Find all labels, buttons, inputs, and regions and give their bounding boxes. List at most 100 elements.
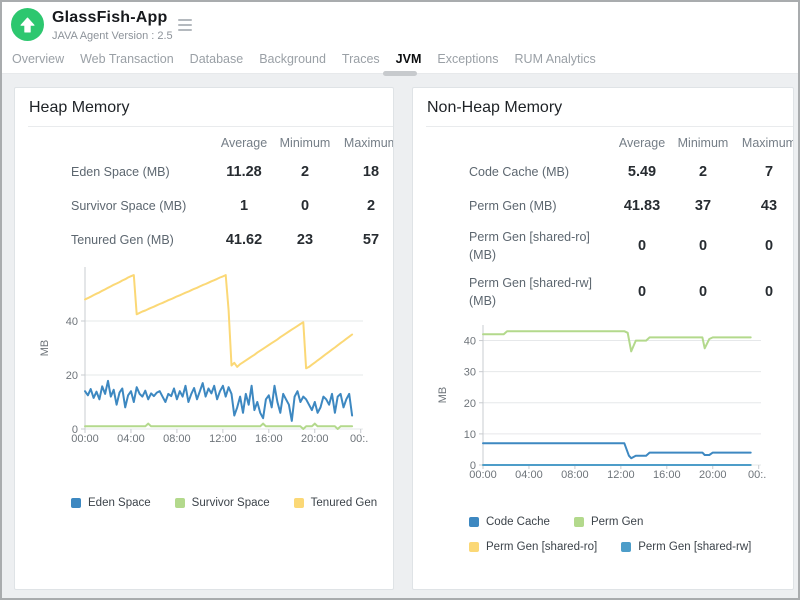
heap-panel-title: Heap Memory bbox=[28, 88, 393, 127]
code-cache-swatch bbox=[469, 517, 479, 527]
stat-minimum: 2 bbox=[275, 164, 335, 180]
column-header-maximum: Maximum bbox=[335, 136, 394, 150]
heap-memory-panel: Heap Memory Average Minimum Maximum Eden… bbox=[14, 87, 394, 590]
table-row: Survivor Space (MB) 1 0 2 bbox=[71, 189, 394, 223]
table-row: Eden Space (MB) 11.28 2 18 bbox=[71, 155, 394, 189]
svg-text:16:00: 16:00 bbox=[653, 469, 681, 481]
tab-bar: Overview Web Transaction Database Backgr… bbox=[2, 44, 798, 74]
stat-minimum: 2 bbox=[673, 164, 733, 180]
tab-rum-analytics[interactable]: RUM Analytics bbox=[515, 52, 596, 66]
svg-text:04:00: 04:00 bbox=[117, 433, 145, 445]
table-header-row: Average Minimum Maximum bbox=[71, 131, 394, 155]
stat-minimum: 23 bbox=[275, 232, 335, 248]
table-header-row: Average Minimum Maximum bbox=[469, 131, 794, 155]
legend-label: Eden Space bbox=[88, 497, 151, 509]
non-heap-chart-legend: Code Cache Perm Gen Perm Gen [shared-ro]… bbox=[469, 516, 779, 553]
stat-label: Tenured Gen (MB) bbox=[71, 231, 213, 249]
svg-text:30: 30 bbox=[464, 367, 476, 379]
legend-item-perm-gen-shared-rw[interactable]: Perm Gen [shared-rw] bbox=[621, 541, 751, 553]
scrollbar-thumb[interactable] bbox=[383, 71, 417, 76]
svg-text:08:00: 08:00 bbox=[163, 433, 191, 445]
svg-text:12:00: 12:00 bbox=[607, 469, 635, 481]
legend-item-survivor-space[interactable]: Survivor Space bbox=[175, 497, 270, 509]
stat-label: Perm Gen [shared-ro] (MB) bbox=[469, 228, 611, 264]
stat-maximum: 57 bbox=[335, 232, 394, 248]
stat-minimum: 0 bbox=[673, 238, 733, 254]
legend-label: Code Cache bbox=[486, 516, 550, 528]
svg-text:20:00: 20:00 bbox=[301, 433, 329, 445]
hamburger-menu-icon[interactable] bbox=[178, 19, 192, 34]
heap-memory-chart[interactable]: 0204000:0004:0008:0012:0016:0020:0000:..… bbox=[19, 261, 393, 461]
perm-gen-shared-ro-swatch bbox=[469, 542, 479, 552]
svg-text:20: 20 bbox=[464, 398, 476, 410]
svg-text:MB: MB bbox=[39, 340, 51, 357]
column-header-minimum: Minimum bbox=[673, 136, 733, 150]
stat-maximum: 0 bbox=[733, 238, 794, 254]
tab-traces[interactable]: Traces bbox=[342, 52, 380, 66]
arrow-up-icon bbox=[20, 17, 35, 33]
heap-stats-table: Average Minimum Maximum Eden Space (MB) … bbox=[71, 131, 394, 257]
tab-web-transaction[interactable]: Web Transaction bbox=[80, 52, 174, 66]
stat-maximum: 7 bbox=[733, 164, 794, 180]
column-header-minimum: Minimum bbox=[275, 136, 335, 150]
main-content: Heap Memory Average Minimum Maximum Eden… bbox=[2, 74, 798, 598]
stat-label: Survivor Space (MB) bbox=[71, 197, 213, 215]
tab-jvm[interactable]: JVM bbox=[396, 52, 422, 66]
column-header-average: Average bbox=[611, 136, 673, 150]
column-header-average: Average bbox=[213, 136, 275, 150]
stat-minimum: 0 bbox=[275, 198, 335, 214]
legend-item-perm-gen[interactable]: Perm Gen bbox=[574, 516, 643, 528]
non-heap-panel-title: Non-Heap Memory bbox=[426, 88, 793, 127]
heap-chart-legend: Eden Space Survivor Space Tenured Gen bbox=[71, 497, 381, 509]
stat-label: Code Cache (MB) bbox=[469, 163, 611, 181]
svg-text:00:..: 00:.. bbox=[350, 433, 369, 445]
tab-exceptions[interactable]: Exceptions bbox=[437, 52, 498, 66]
svg-text:20:00: 20:00 bbox=[699, 469, 727, 481]
legend-label: Perm Gen bbox=[591, 516, 643, 528]
svg-text:12:00: 12:00 bbox=[209, 433, 237, 445]
legend-item-eden-space[interactable]: Eden Space bbox=[71, 497, 151, 509]
stat-maximum: 0 bbox=[733, 284, 794, 300]
tenured-gen-swatch bbox=[294, 498, 304, 508]
stat-label: Perm Gen [shared-rw] (MB) bbox=[469, 274, 611, 310]
table-row: Tenured Gen (MB) 41.62 23 57 bbox=[71, 223, 394, 257]
legend-label: Survivor Space bbox=[192, 497, 270, 509]
svg-text:08:00: 08:00 bbox=[561, 469, 589, 481]
stat-maximum: 18 bbox=[335, 164, 394, 180]
tab-overview[interactable]: Overview bbox=[12, 52, 64, 66]
stat-average: 41.62 bbox=[213, 232, 275, 248]
perm-gen-swatch bbox=[574, 517, 584, 527]
legend-item-perm-gen-shared-ro[interactable]: Perm Gen [shared-ro] bbox=[469, 541, 597, 553]
stat-label: Perm Gen (MB) bbox=[469, 197, 611, 215]
svg-text:40: 40 bbox=[464, 336, 476, 348]
tab-database[interactable]: Database bbox=[190, 52, 244, 66]
svg-text:00:..: 00:.. bbox=[748, 469, 767, 481]
app-header: GlassFish-App JAVA Agent Version : 2.5 bbox=[2, 2, 798, 44]
stat-minimum: 0 bbox=[673, 284, 733, 300]
status-up-icon bbox=[11, 8, 44, 41]
svg-text:16:00: 16:00 bbox=[255, 433, 283, 445]
survivor-space-swatch bbox=[175, 498, 185, 508]
legend-item-code-cache[interactable]: Code Cache bbox=[469, 516, 550, 528]
legend-item-tenured-gen[interactable]: Tenured Gen bbox=[294, 497, 378, 509]
stat-average: 11.28 bbox=[213, 164, 275, 180]
tab-background[interactable]: Background bbox=[259, 52, 326, 66]
non-heap-memory-chart[interactable]: 01020304000:0004:0008:0012:0016:0020:000… bbox=[417, 319, 793, 494]
perm-gen-shared-rw-swatch bbox=[621, 542, 631, 552]
eden-space-swatch bbox=[71, 498, 81, 508]
stat-minimum: 37 bbox=[673, 198, 733, 214]
table-row: Perm Gen [shared-rw] (MB) 0 0 0 bbox=[469, 269, 794, 315]
stat-average: 1 bbox=[213, 198, 275, 214]
table-row: Perm Gen (MB) 41.83 37 43 bbox=[469, 189, 794, 223]
stat-average: 0 bbox=[611, 284, 673, 300]
legend-label: Perm Gen [shared-ro] bbox=[486, 541, 597, 553]
table-row: Perm Gen [shared-ro] (MB) 0 0 0 bbox=[469, 223, 794, 269]
stat-label: Eden Space (MB) bbox=[71, 163, 213, 181]
svg-text:00:00: 00:00 bbox=[469, 469, 497, 481]
stat-average: 41.83 bbox=[611, 198, 673, 214]
stat-average: 0 bbox=[611, 238, 673, 254]
stat-maximum: 43 bbox=[733, 198, 794, 214]
svg-text:00:00: 00:00 bbox=[71, 433, 99, 445]
stat-maximum: 2 bbox=[335, 198, 394, 214]
table-row: Code Cache (MB) 5.49 2 7 bbox=[469, 155, 794, 189]
